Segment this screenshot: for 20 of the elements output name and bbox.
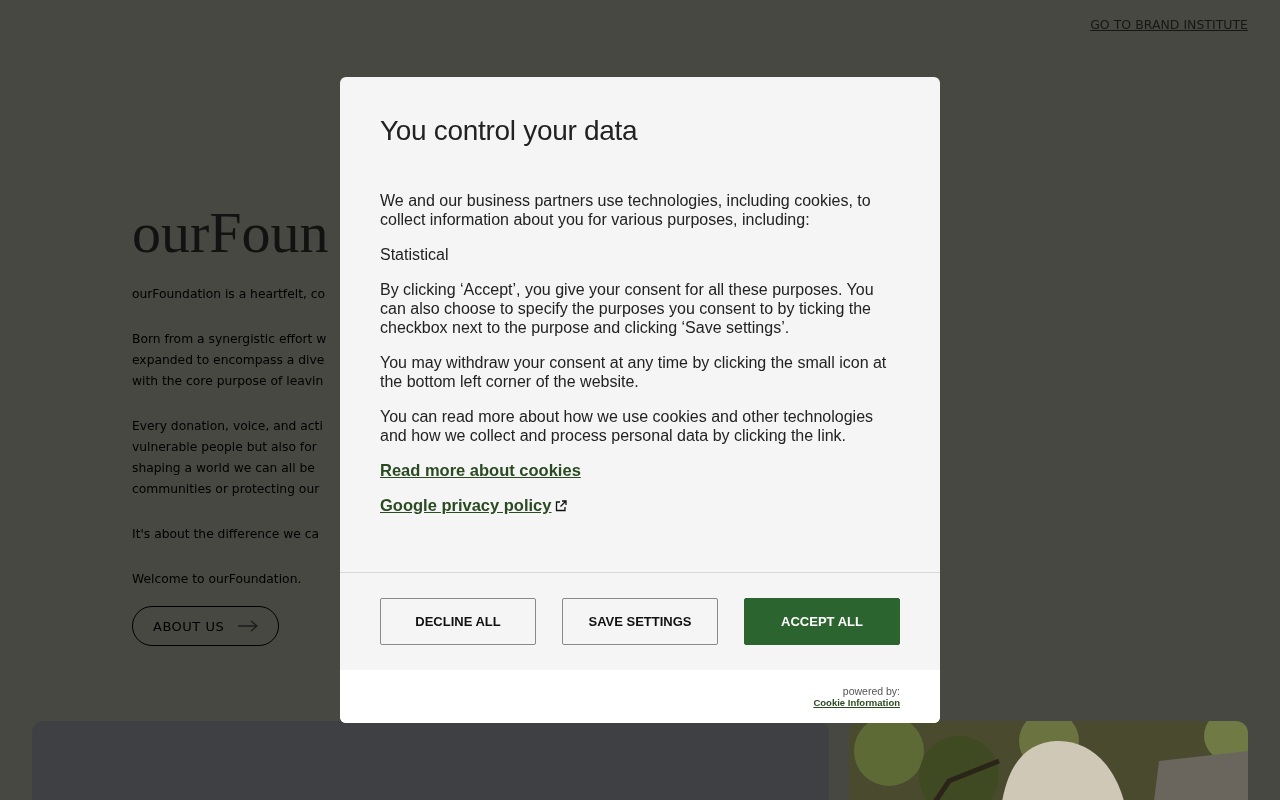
cookies-link[interactable]: Read more about cookies [380, 461, 581, 480]
intro-paragraph: Welcome to ourFoundation. [132, 571, 302, 588]
dialog-paragraph: We and our business partners use technologies, including cookies, to collect information about you for various purposes, including: [380, 191, 872, 229]
privacy-policy-link[interactable]: Google privacy policy [380, 496, 552, 515]
intro-paragraph: ourFoundation is a heartfelt, co [132, 286, 326, 303]
accept-button[interactable]: ACCEPT ALL [744, 598, 900, 645]
powered-by-label: powered by: [842, 684, 900, 697]
arrow-right-icon [238, 620, 259, 632]
dialog-paragraph: By clicking ‘Accept’, you give your consent for all these purposes. You can also choose to specify the purposes you consent to by ticking the checkbox next to the purpose and clicking ‘Save settings’. [380, 280, 875, 337]
intro-paragraph: Every donation, voice, and acti vulnerable people but also for shaping a world we can all be communities or protecting our [132, 418, 323, 498]
external-link-icon [555, 499, 568, 512]
provider-link[interactable]: Cookie Information [813, 696, 900, 709]
dialog-paragraph: Statistical [380, 245, 450, 264]
dialog-paragraph: You may withdraw your consent at any time by clicking the small icon at the bottom left corner of the website. [380, 353, 888, 391]
intro-paragraph: It's about the difference we ca [132, 526, 320, 543]
dialog-paragraph: You can read more about how we use cookies and other technologies and how we collect and process personal data by clicking the link. [380, 407, 875, 445]
consent-button[interactable]: DECLINE ALL [380, 598, 536, 645]
dialog-title: You control your data [380, 115, 639, 147]
intro-paragraph: Born from a synergistic effort w expanded to encompass a dive with the core purpose of leavin [132, 331, 327, 390]
consent-button[interactable]: SAVE SETTINGS [562, 598, 718, 645]
